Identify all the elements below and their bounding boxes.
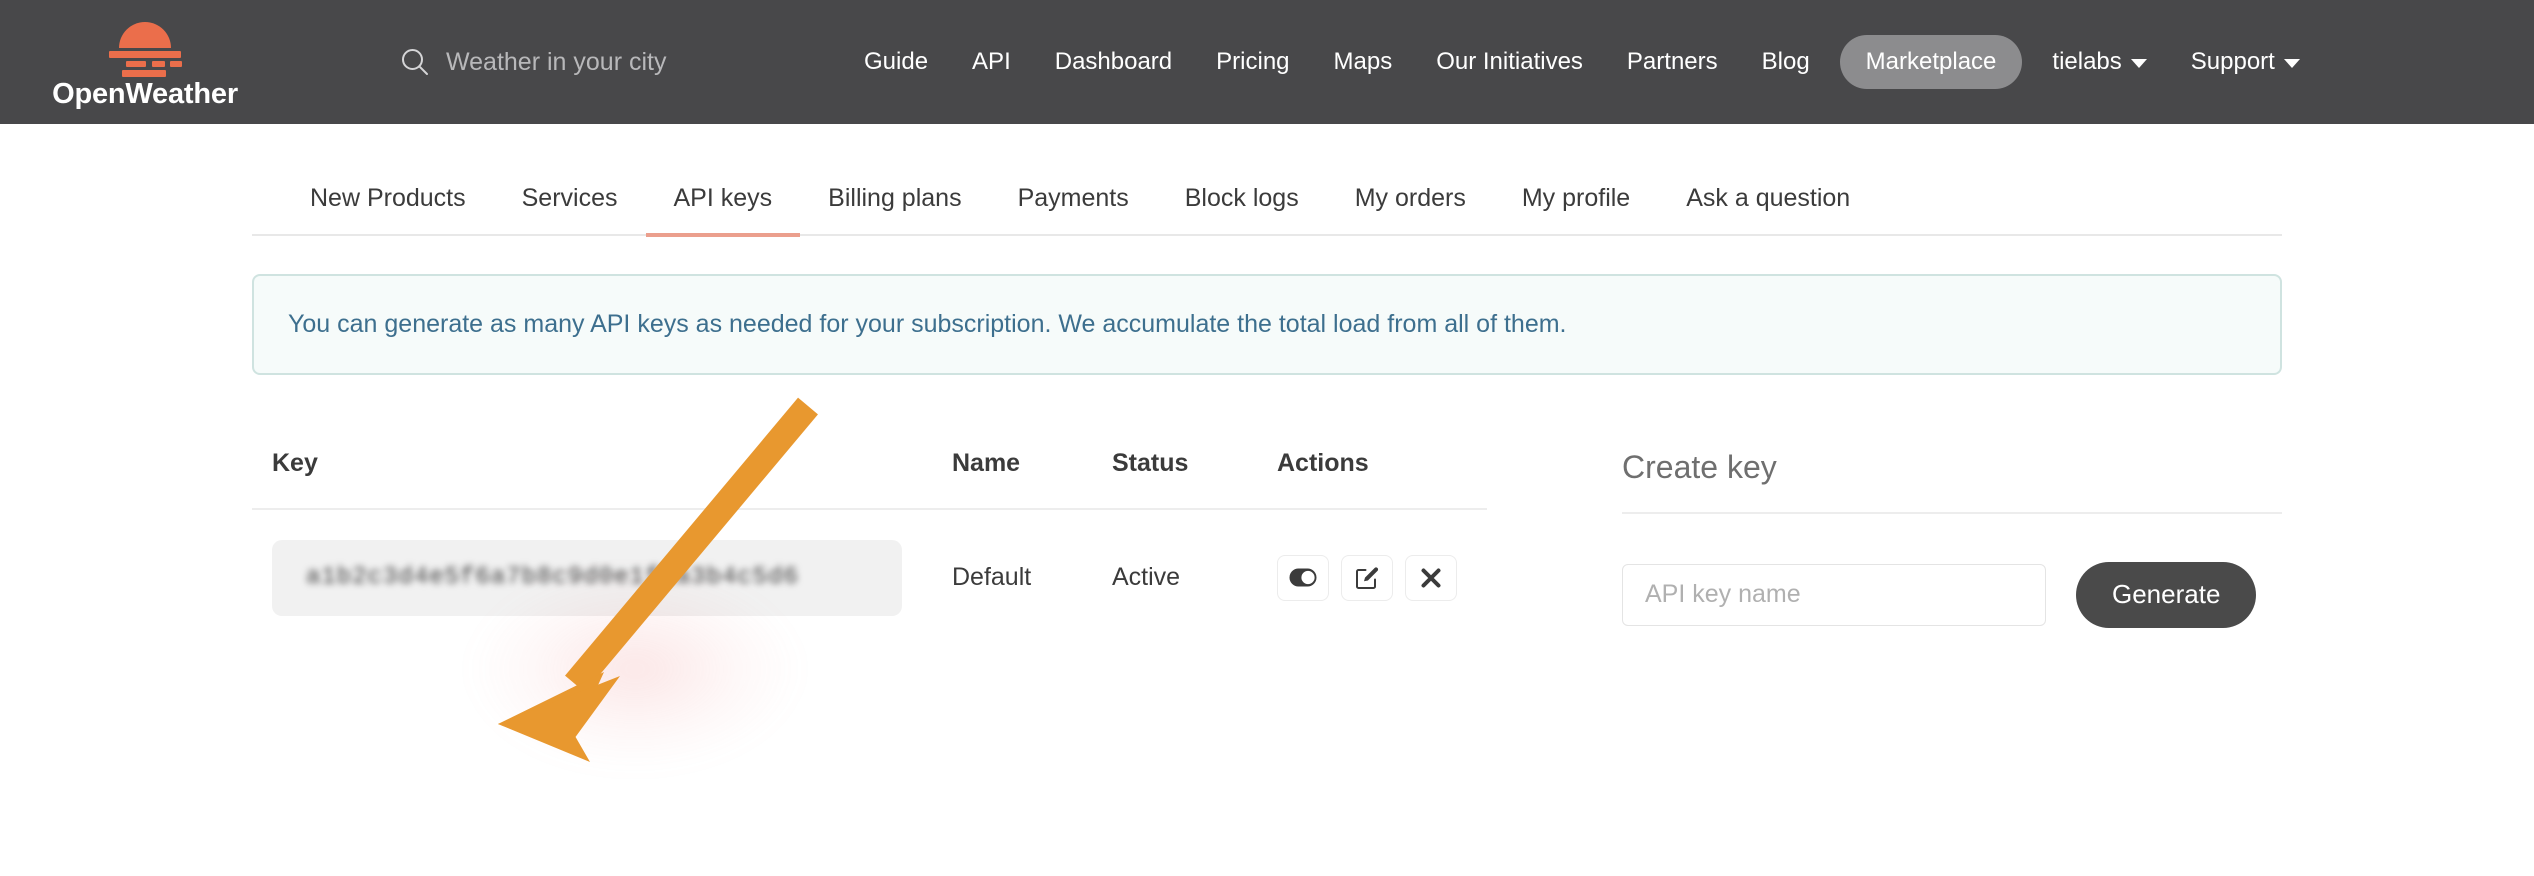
chevron-down-icon — [2283, 59, 2300, 68]
delete-key-button[interactable] — [1405, 554, 1457, 601]
row-action-group — [1277, 554, 1487, 601]
tab-my-profile[interactable]: My profile — [1494, 172, 1658, 237]
nav-item-blog[interactable]: Blog — [1740, 36, 1832, 88]
cell-key: a1b2c3d4e5f6a7b8c9d0e1f2a3b4c5d6 — [252, 509, 952, 616]
nav-label: Marketplace — [1865, 48, 1997, 75]
sun-cloud-icon — [100, 21, 190, 78]
cell-name: Default — [952, 563, 1032, 591]
tab-block-logs[interactable]: Block logs — [1157, 172, 1327, 237]
nav-item-dashboard[interactable]: Dashboard — [1033, 36, 1194, 88]
api-keys-table: Key Name Status Actions a1b2c3d4e5f6a7b8… — [252, 448, 1487, 616]
logo-text: OpenWeather — [52, 77, 238, 110]
tab-my-orders[interactable]: My orders — [1327, 172, 1494, 237]
tab-services[interactable]: Services — [494, 172, 646, 237]
nav-label: Maps — [1333, 48, 1393, 75]
nav-label: Partners — [1626, 48, 1718, 75]
search-icon — [400, 47, 430, 77]
api-keys-section: Key Name Status Actions a1b2c3d4e5f6a7b8… — [252, 448, 1487, 628]
tab-ask-a-question[interactable]: Ask a question — [1658, 172, 1878, 237]
cell-status: Active — [1112, 563, 1181, 591]
api-key-value: a1b2c3d4e5f6a7b8c9d0e1f2a3b4c5d6 — [306, 564, 799, 591]
toggle-active-button[interactable] — [1277, 554, 1329, 601]
tab-payments[interactable]: Payments — [990, 172, 1157, 237]
header-search[interactable] — [400, 47, 806, 77]
table-row: a1b2c3d4e5f6a7b8c9d0e1f2a3b4c5d6 Default… — [252, 509, 1487, 616]
nav-label: Guide — [864, 48, 929, 75]
edit-key-button[interactable] — [1341, 554, 1393, 601]
edit-icon — [1354, 565, 1380, 591]
nav-item-maps[interactable]: Maps — [1312, 36, 1415, 88]
nav-label: Dashboard — [1054, 48, 1173, 75]
nav-label: tielabs — [2052, 48, 2122, 75]
create-key-title: Create key — [1622, 449, 2282, 514]
nav-label: Pricing — [1216, 48, 1290, 75]
tab-billing-plans[interactable]: Billing plans — [800, 172, 989, 237]
logo[interactable]: OpenWeather — [0, 0, 290, 124]
api-key-name-input[interactable] — [1622, 563, 2046, 626]
toggle-on-icon — [1289, 568, 1317, 587]
nav-item-guide[interactable]: Guide — [842, 36, 950, 88]
page-body: New Products Services API keys Billing p… — [0, 124, 2534, 769]
account-tab-bar: New Products Services API keys Billing p… — [252, 172, 2282, 237]
nav-item-api[interactable]: API — [950, 36, 1033, 88]
create-key-panel: Create key Generate — [1622, 449, 2282, 628]
nav-item-marketplace[interactable]: Marketplace — [1839, 35, 2023, 89]
api-key-value-chip[interactable]: a1b2c3d4e5f6a7b8c9d0e1f2a3b4c5d6 — [272, 539, 902, 616]
info-banner: You can generate as many API keys as nee… — [252, 274, 2282, 375]
nav-item-partners[interactable]: Partners — [1605, 36, 1740, 88]
column-header-key: Key — [252, 448, 952, 510]
delete-icon — [1420, 567, 1442, 589]
nav-item-pricing[interactable]: Pricing — [1194, 36, 1311, 88]
main-nav: Guide API Dashboard Pricing Maps Our Ini… — [842, 35, 2534, 89]
nav-label: API — [972, 48, 1011, 75]
column-header-name: Name — [952, 448, 1112, 510]
nav-item-our-initiatives[interactable]: Our Initiatives — [1414, 36, 1605, 88]
chevron-down-icon — [2130, 59, 2147, 68]
nav-label: Our Initiatives — [1436, 48, 1583, 75]
cell-actions — [1277, 509, 1487, 616]
tab-api-keys[interactable]: API keys — [645, 172, 801, 237]
nav-label: Blog — [1761, 48, 1810, 75]
nav-item-account[interactable]: tielabs — [2030, 36, 2168, 88]
nav-label: Support — [2190, 48, 2275, 75]
nav-item-support[interactable]: Support — [2169, 36, 2322, 88]
column-header-status: Status — [1112, 448, 1277, 510]
tab-new-products[interactable]: New Products — [282, 172, 494, 237]
table-header-row: Key Name Status Actions — [252, 448, 1487, 510]
site-header: OpenWeather Guide API Dashboard Pricing … — [0, 0, 2534, 124]
search-input[interactable] — [446, 47, 806, 77]
generate-key-button[interactable]: Generate — [2076, 561, 2257, 628]
column-header-actions: Actions — [1277, 448, 1487, 510]
